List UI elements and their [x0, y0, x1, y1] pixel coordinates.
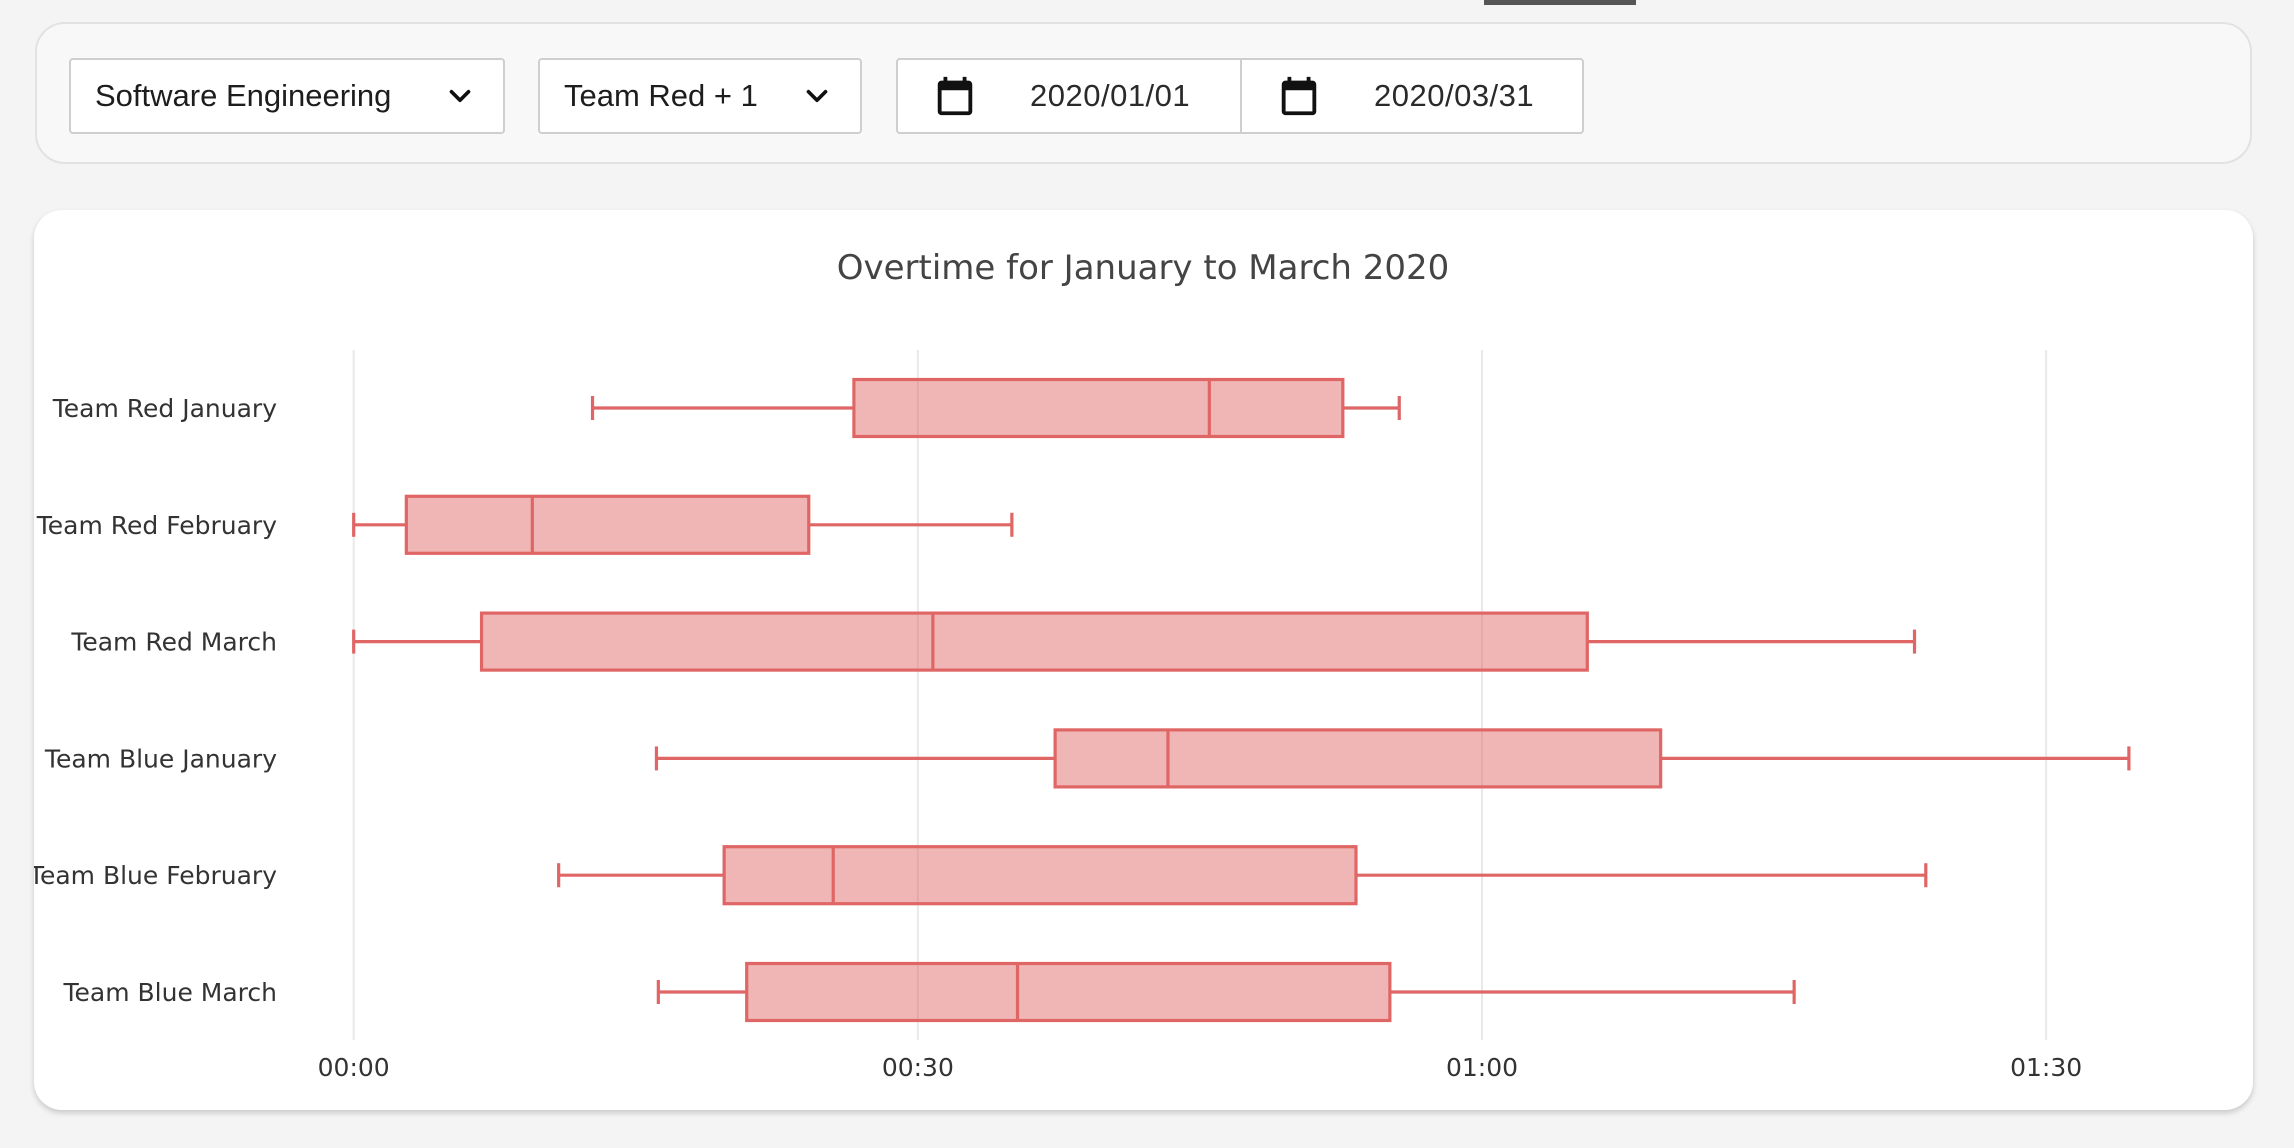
chevron-down-icon [449, 89, 471, 103]
team-select-label: Team Red + 1 [564, 78, 758, 113]
x-tick-label: 00:00 [318, 1053, 390, 1082]
iqr-box [404, 494, 811, 555]
iqr-box [745, 961, 1392, 1023]
calendar-icon [937, 76, 973, 116]
category-label: Team Blue March [62, 978, 277, 1007]
grid-layer [352, 350, 2048, 1040]
box-layer [352, 377, 2131, 1023]
end-date-field[interactable]: 2020/03/31 [1240, 60, 1582, 132]
iqr-box [852, 377, 1345, 439]
box-plot-item [557, 845, 1928, 906]
iqr-box [722, 845, 1358, 906]
category-labels: Team Red January Team Red February Team Re… [34, 394, 277, 1007]
filter-bar: Software Engineering Team Red + 1 2020/0… [35, 22, 2252, 164]
category-label: Team Red January [52, 394, 277, 423]
box-plot-item [654, 728, 2131, 789]
start-date-value: 2020/01/01 [1030, 78, 1191, 113]
start-date-field[interactable]: 2020/01/01 [898, 60, 1240, 132]
x-tick-label: 01:00 [1446, 1053, 1518, 1082]
x-tick-label: 01:30 [2010, 1053, 2082, 1082]
team-select[interactable]: Team Red + 1 [538, 58, 862, 134]
category-label: Team Blue February [34, 861, 277, 890]
chart-title: Overtime for January to March 2020 [837, 248, 1450, 288]
chevron-down-icon [806, 89, 828, 103]
iqr-box [479, 611, 1589, 672]
category-label: Team Red February [36, 511, 277, 540]
calendar-icon [1281, 76, 1317, 116]
date-range-picker: 2020/01/01 2020/03/31 [896, 58, 1584, 134]
active-tab-indicator [1484, 0, 1636, 5]
department-select[interactable]: Software Engineering [69, 58, 505, 134]
box-plot-item [352, 494, 1014, 555]
x-axis-ticks: 00:00 00:30 01:00 01:30 [318, 1053, 2083, 1082]
end-date-value: 2020/03/31 [1374, 78, 1535, 113]
box-plot-item [590, 377, 1401, 439]
category-label: Team Blue January [44, 744, 277, 773]
box-plot-chart: Overtime for January to March 2020 Team … [34, 248, 2131, 1082]
x-tick-label: 00:30 [882, 1053, 954, 1082]
box-plot-item [656, 961, 1796, 1023]
category-label: Team Red March [70, 628, 277, 657]
box-plot-item [352, 611, 1917, 672]
iqr-box [1053, 728, 1663, 789]
department-select-label: Software Engineering [95, 78, 392, 113]
chart-card: Overtime for January to March 2020 Team … [34, 210, 2253, 1110]
